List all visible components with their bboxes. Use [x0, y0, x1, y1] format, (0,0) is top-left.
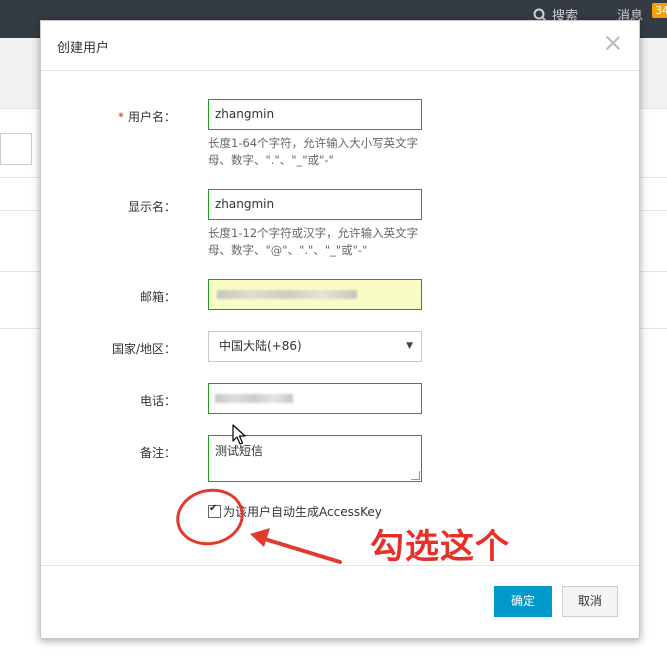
annotation-text: 勾选这个 — [370, 527, 510, 567]
annotation-arrow-icon — [250, 528, 342, 564]
